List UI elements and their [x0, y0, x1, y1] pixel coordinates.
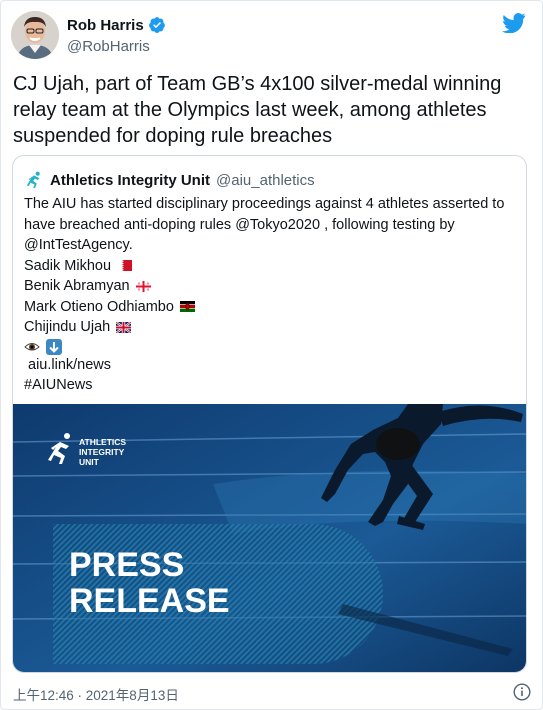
athlete-name: Sadik Mikhou	[24, 257, 112, 274]
athlete-line: Benik Abramyan	[24, 276, 519, 297]
athlete-name: Mark Otieno Odhiambo	[24, 298, 174, 315]
quoted-link-line: aiu.link/news	[24, 355, 519, 376]
media-headline-line2: RELEASE	[69, 582, 230, 620]
author-display-name[interactable]: Rob Harris	[67, 17, 144, 34]
media-logo-line2: INTEGRITY	[79, 447, 125, 457]
media-headline-line1: PRESS	[69, 546, 184, 584]
bahrain-flag-icon	[117, 260, 133, 272]
uk-flag-icon	[116, 321, 132, 333]
avatar[interactable]	[11, 11, 59, 59]
quoted-header[interactable]: Athletics Integrity Unit @aiu_athletics	[26, 171, 315, 189]
media-logo-line3: UNIT	[79, 457, 100, 467]
emoji-line	[24, 338, 519, 355]
press-release-image[interactable]: ATHLETICS INTEGRITY UNIT PRESS RELEASE	[13, 404, 526, 672]
twitter-bird-icon[interactable]	[502, 13, 526, 33]
athlete-line: Chijindu Ujah	[24, 317, 519, 338]
athlete-line: Mark Otieno Odhiambo	[24, 297, 519, 318]
info-icon[interactable]	[513, 683, 531, 701]
tweet-timestamp[interactable]: 上午12:46 · 2021年8月13日	[13, 684, 179, 704]
press-release-graphic: ATHLETICS INTEGRITY UNIT PRESS RELEASE	[13, 404, 526, 672]
georgia-flag-icon	[135, 280, 151, 292]
athlete-name: Benik Abramyan	[24, 278, 130, 294]
quoted-display-name: Athletics Integrity Unit	[50, 171, 211, 189]
down-arrow-icon	[46, 338, 62, 355]
quoted-link[interactable]: aiu.link/news	[28, 355, 111, 376]
athlete-line: Sadik Mikhou	[24, 256, 519, 277]
quoted-body: The AIU has started disciplinary proceed…	[24, 194, 519, 396]
tweet-card: Rob Harris @RobHarris CJ Ujah, part of T…	[0, 0, 543, 710]
quoted-intro: The AIU has started disciplinary proceed…	[24, 196, 505, 253]
kenya-flag-icon	[179, 301, 195, 313]
eye-icon	[24, 342, 40, 350]
aiu-logo-icon	[26, 171, 40, 189]
athlete-name: Chijindu Ujah	[24, 319, 111, 335]
quoted-hashtag-line: #AIUNews	[24, 375, 519, 396]
quoted-tweet[interactable]: Athletics Integrity Unit @aiu_athletics …	[12, 155, 527, 673]
verified-badge-icon	[148, 17, 165, 33]
quoted-handle: @aiu_athletics	[216, 171, 315, 189]
author-name-row[interactable]: Rob Harris	[67, 16, 166, 34]
tweet-text: CJ Ujah, part of Team GB’s 4x100 silver-…	[13, 73, 502, 147]
media-logo-line1: ATHLETICS	[79, 437, 126, 447]
quoted-hashtag[interactable]: #AIUNews	[24, 375, 93, 396]
author-handle[interactable]: @RobHarris	[67, 38, 150, 55]
